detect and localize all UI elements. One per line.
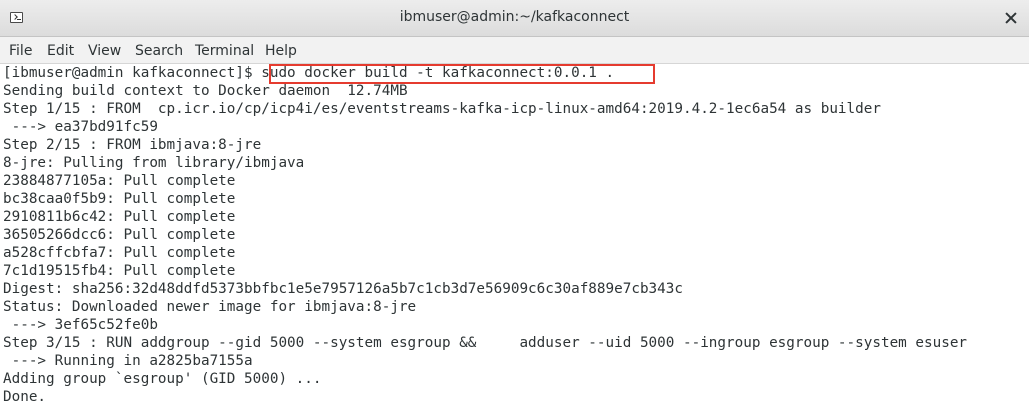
terminal-output[interactable]: [ibmuser@admin kafkaconnect]$ sudo docke… [3,64,1029,405]
output-line: Status: Downloaded newer image for ibmja… [3,299,417,315]
menu-help[interactable]: Help [265,43,297,59]
output-line: 8-jre: Pulling from library/ibmjava [3,155,305,171]
output-line: Digest: sha256:32d48ddfd5373bbfbc1e5e795… [3,281,683,297]
menu-view[interactable]: View [88,43,121,59]
output-line: a528cffcbfa7: Pull complete [3,245,236,261]
menu-edit[interactable]: Edit [47,43,74,59]
output-line: Step 1/15 : FROM cp.icr.io/cp/icp4i/es/e… [3,101,881,117]
output-line: ---> Running in a2825ba7155a [3,353,253,369]
output-line: ---> 3ef65c52fe0b [3,317,158,333]
command-highlight-box [269,64,655,84]
output-line: ---> ea37bd91fc59 [3,119,158,135]
window-title: ibmuser@admin:~/kafkaconnect [399,9,630,25]
menu-search[interactable]: Search [135,43,183,59]
terminal-window: ibmuser@admin:~/kafkaconnect File Edit V… [0,0,1029,405]
output-line: Done. [3,389,47,405]
output-line: 23884877105a: Pull complete [3,173,236,189]
output-line: Step 3/15 : RUN addgroup --gid 5000 --sy… [3,335,968,351]
menu-terminal[interactable]: Terminal [195,43,254,59]
output-line: Adding group `esgroup' (GID 5000) ... [3,371,322,387]
close-icon[interactable] [1005,12,1017,24]
output-line: 2910811b6c42: Pull complete [3,209,236,225]
menu-bar: File Edit View Search Terminal Help [0,37,1029,64]
menu-file[interactable]: File [9,43,32,59]
output-line: 7c1d19515fb4: Pull complete [3,263,236,279]
output-line: Sending build context to Docker daemon 1… [3,83,408,99]
title-bar[interactable]: ibmuser@admin:~/kafkaconnect [0,0,1029,37]
output-line: bc38caa0f5b9: Pull complete [3,191,236,207]
output-line: Step 2/15 : FROM ibmjava:8-jre [3,137,262,153]
output-line: 36505266dcc6: Pull complete [3,227,236,243]
